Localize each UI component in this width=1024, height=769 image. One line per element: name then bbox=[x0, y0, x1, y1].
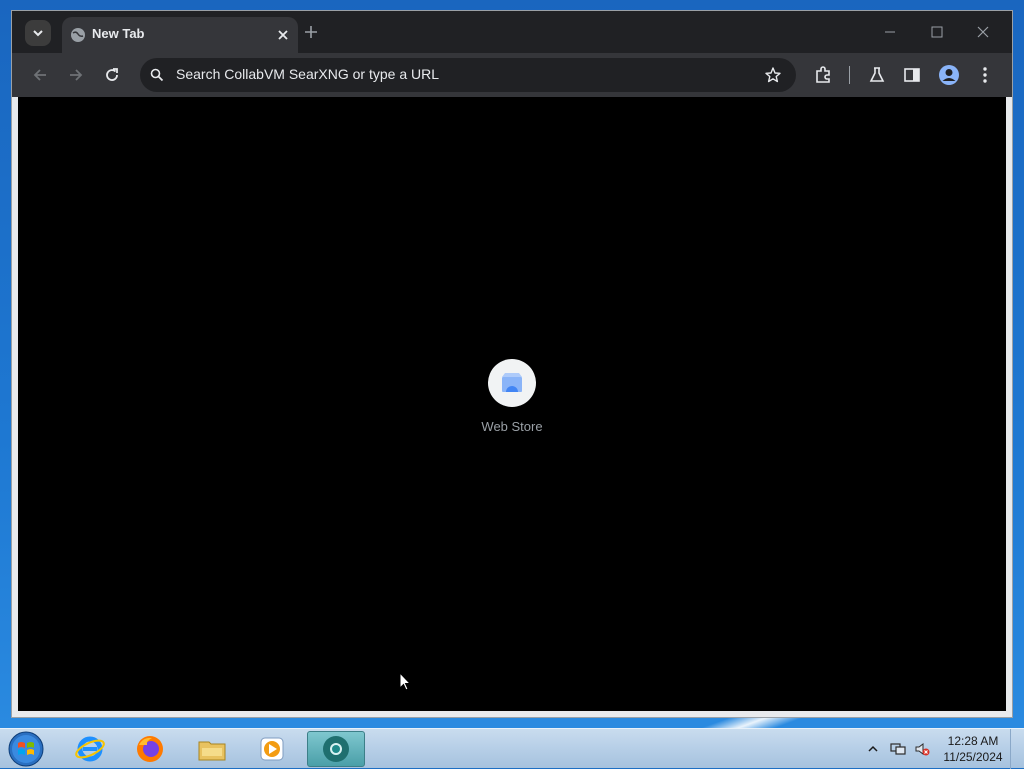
file-explorer-icon bbox=[198, 741, 226, 761]
taskbar-firefox[interactable] bbox=[121, 731, 179, 767]
profile-avatar-icon[interactable] bbox=[938, 64, 960, 86]
start-button-icon[interactable] bbox=[7, 730, 45, 768]
taskbar-chrome-dev[interactable] bbox=[307, 731, 365, 767]
toolbar: Search CollabVM SearXNG or type a URL bbox=[12, 53, 1012, 97]
extensions-puzzle-icon[interactable] bbox=[813, 65, 833, 85]
network-icon[interactable] bbox=[890, 741, 906, 757]
new-tab-plus-icon[interactable] bbox=[302, 23, 320, 41]
toolbar-divider bbox=[849, 66, 850, 84]
tab-new-tab[interactable]: New Tab bbox=[62, 17, 298, 53]
more-menu-icon[interactable] bbox=[975, 65, 995, 85]
title-bar: New Tab bbox=[12, 11, 1012, 53]
firefox-icon bbox=[137, 736, 163, 762]
side-panel-icon[interactable] bbox=[902, 65, 922, 85]
address-bar[interactable]: Search CollabVM SearXNG or type a URL bbox=[140, 58, 796, 92]
volume-muted-icon[interactable] bbox=[914, 741, 930, 757]
taskbar-file-explorer[interactable] bbox=[183, 731, 241, 767]
system-clock[interactable]: 12:28 AM 11/25/2024 bbox=[940, 733, 1006, 765]
chrome-dev-icon bbox=[323, 736, 349, 762]
maximize-icon[interactable] bbox=[927, 22, 947, 42]
web-store-icon bbox=[488, 359, 536, 407]
tab-search-button[interactable] bbox=[25, 20, 51, 46]
clock-time: 12:28 AM bbox=[947, 734, 999, 748]
globe-icon bbox=[71, 28, 85, 42]
show-desktop-button[interactable] bbox=[1010, 729, 1024, 769]
taskbar-internet-explorer[interactable] bbox=[61, 731, 119, 767]
chevron-down-icon bbox=[33, 30, 43, 37]
search-icon bbox=[150, 68, 164, 82]
media-player-icon bbox=[260, 737, 284, 761]
taskbar-media-player[interactable] bbox=[243, 731, 301, 767]
forward-arrow-icon[interactable] bbox=[66, 65, 86, 85]
mouse-cursor-icon bbox=[399, 672, 411, 691]
browser-window: New Tab Search CollabVM SearXNG or type … bbox=[11, 10, 1013, 718]
new-tab-page: Web Store bbox=[18, 97, 1006, 711]
shortcut-label: Web Store bbox=[481, 419, 543, 434]
bookmark-star-icon[interactable] bbox=[764, 66, 782, 84]
back-arrow-icon[interactable] bbox=[30, 65, 50, 85]
tab-title: New Tab bbox=[92, 26, 145, 41]
reload-icon[interactable] bbox=[102, 65, 122, 85]
minimize-icon[interactable] bbox=[880, 22, 900, 42]
taskbar: 12:28 AM 11/25/2024 bbox=[0, 728, 1024, 769]
shortcut-web-store[interactable]: Web Store bbox=[462, 359, 562, 434]
labs-flask-icon[interactable] bbox=[867, 65, 887, 85]
clock-date: 11/25/2024 bbox=[943, 750, 1003, 764]
address-bar-placeholder: Search CollabVM SearXNG or type a URL bbox=[176, 66, 439, 82]
internet-explorer-icon bbox=[75, 736, 105, 762]
close-icon[interactable] bbox=[276, 28, 290, 42]
window-close-icon[interactable] bbox=[973, 22, 993, 42]
show-hidden-icons-icon[interactable] bbox=[867, 741, 879, 757]
